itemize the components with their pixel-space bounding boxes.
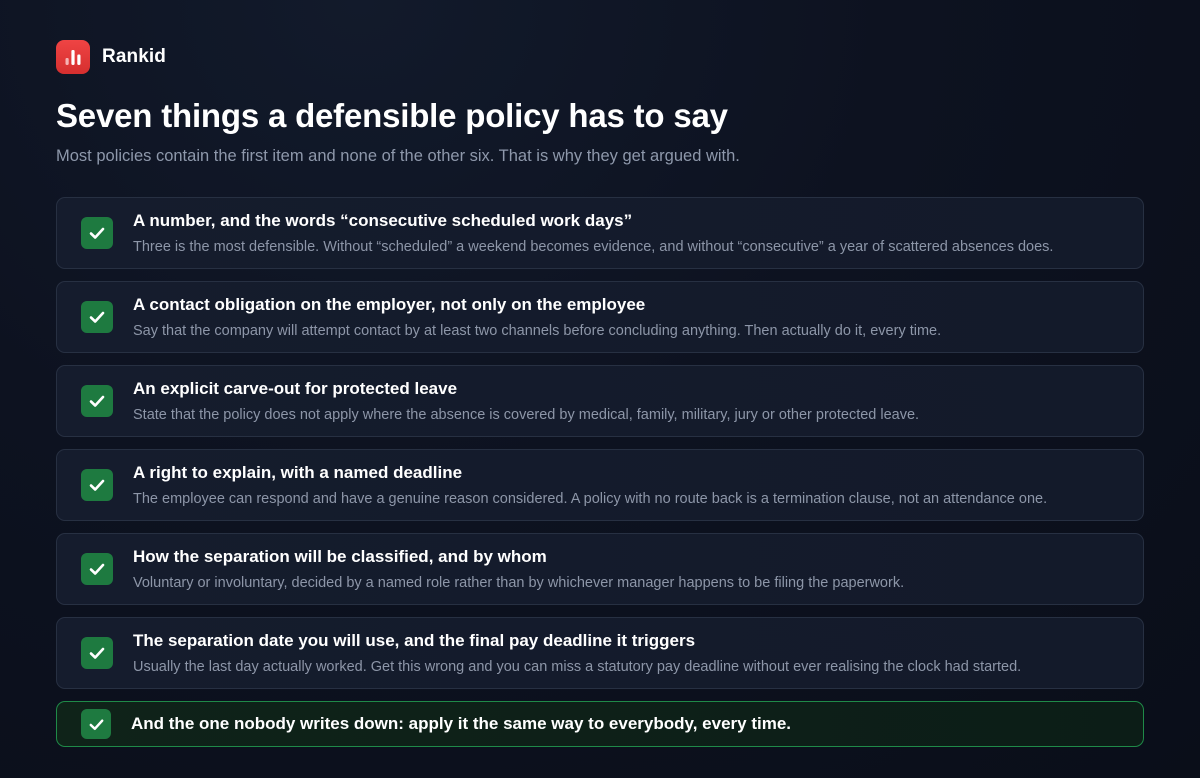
bar-chart-icon bbox=[56, 40, 90, 74]
checkmark-icon bbox=[81, 469, 113, 501]
checklist-item-text: A contact obligation on the employer, no… bbox=[133, 294, 941, 340]
checklist-item-title: An explicit carve-out for protected leav… bbox=[133, 379, 458, 398]
brand-name: Rankid bbox=[102, 46, 166, 67]
checklist-item: A right to explain, with a named deadlin… bbox=[56, 449, 1144, 521]
checkmark-icon bbox=[81, 217, 113, 249]
page-title: Seven things a defensible policy has to … bbox=[56, 97, 728, 134]
checklist-item-text: A right to explain, with a named deadlin… bbox=[133, 462, 1047, 508]
checklist-item: The separation date you will use, and th… bbox=[56, 617, 1144, 689]
checkmark-icon bbox=[81, 385, 113, 417]
checklist-item-description: Three is the most defensible. Without “s… bbox=[133, 239, 1054, 255]
checklist-item-title: The separation date you will use, and th… bbox=[133, 631, 696, 650]
brand: Rankid bbox=[56, 40, 1144, 74]
checklist-item-title: A contact obligation on the employer, no… bbox=[133, 295, 646, 314]
checklist-item: A contact obligation on the employer, no… bbox=[56, 281, 1144, 353]
page-subtitle: Most policies contain the first item and… bbox=[56, 147, 740, 165]
checkmark-icon bbox=[81, 301, 113, 333]
checklist-item: A number, and the words “consecutive sch… bbox=[56, 197, 1144, 269]
checklist-item-text: A number, and the words “consecutive sch… bbox=[133, 210, 1053, 256]
page-container: Rankid Seven things a defensible policy … bbox=[56, 40, 1144, 747]
checkmark-icon bbox=[81, 709, 111, 739]
checklist-item-description: State that the policy does not apply whe… bbox=[133, 407, 920, 423]
checklist-item-text: The separation date you will use, and th… bbox=[133, 630, 1021, 676]
checklist-item-text: How the separation will be classified, a… bbox=[133, 546, 904, 592]
checklist-item-description: The employee can respond and have a genu… bbox=[133, 491, 1048, 507]
checklist-item-description: Say that the company will attempt contac… bbox=[133, 323, 942, 339]
checklist-item-text: And the one nobody writes down: apply it… bbox=[131, 713, 791, 735]
checkmark-icon bbox=[81, 637, 113, 669]
checklist-item-final: And the one nobody writes down: apply it… bbox=[56, 701, 1144, 747]
checklist-item-title: How the separation will be classified, a… bbox=[133, 547, 547, 566]
checklist-item: How the separation will be classified, a… bbox=[56, 533, 1144, 605]
checklist-item-title: A right to explain, with a named deadlin… bbox=[133, 463, 463, 482]
checklist-item-title: A number, and the words “consecutive sch… bbox=[133, 211, 633, 230]
checklist: A number, and the words “consecutive sch… bbox=[56, 197, 1144, 747]
checklist-item-description: Voluntary or involuntary, decided by a n… bbox=[133, 575, 905, 591]
checklist-item: An explicit carve-out for protected leav… bbox=[56, 365, 1144, 437]
checkmark-icon bbox=[81, 553, 113, 585]
checklist-item-title: And the one nobody writes down: apply it… bbox=[131, 714, 791, 733]
checklist-item-text: An explicit carve-out for protected leav… bbox=[133, 378, 919, 424]
checklist-item-description: Usually the last day actually worked. Ge… bbox=[133, 659, 1022, 675]
